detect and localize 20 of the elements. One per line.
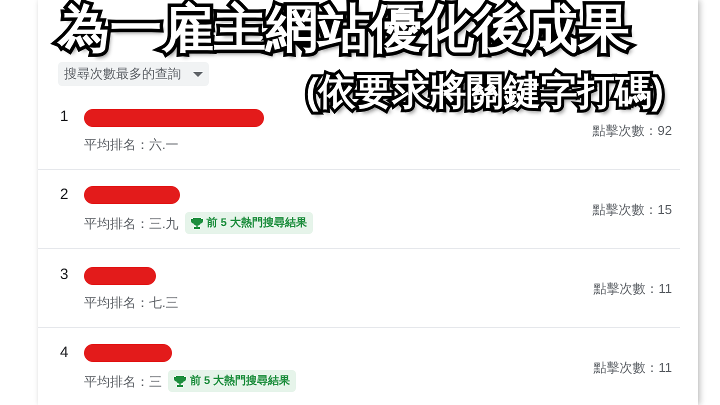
click-count: 點擊次數：15	[592, 200, 672, 218]
top-results-badge: 前 5 大熱門搜尋結果	[184, 212, 313, 234]
click-count: 點擊次數：11	[594, 358, 672, 376]
rank-number: 3	[60, 265, 70, 286]
average-position: 平均排名：三.九	[84, 214, 179, 232]
sort-dropdown[interactable]: 搜尋次數最多的查詢	[58, 62, 209, 86]
dropdown-caret-icon	[193, 72, 203, 76]
average-position: 平均排名：七.三	[84, 294, 179, 312]
trophy-icon	[190, 217, 203, 230]
trophy-icon	[174, 375, 186, 388]
rank-number: 2	[60, 185, 70, 205]
average-position: 平均排名：六.一	[84, 136, 179, 154]
click-count: 點擊次數：92	[592, 122, 672, 140]
average-position: 平均排名：三	[84, 372, 162, 390]
click-count: 點擊次數：11	[594, 280, 672, 298]
rank-number: 1	[60, 107, 70, 128]
top-results-badge: 前 5 大熱門搜尋結果	[168, 370, 296, 392]
rank-number: 4	[60, 343, 70, 363]
overlay-subtitle: (依要求將關鍵字打碼)	[298, 68, 672, 123]
overlay-title: 為一雇主網站優化後成果	[50, 0, 638, 59]
